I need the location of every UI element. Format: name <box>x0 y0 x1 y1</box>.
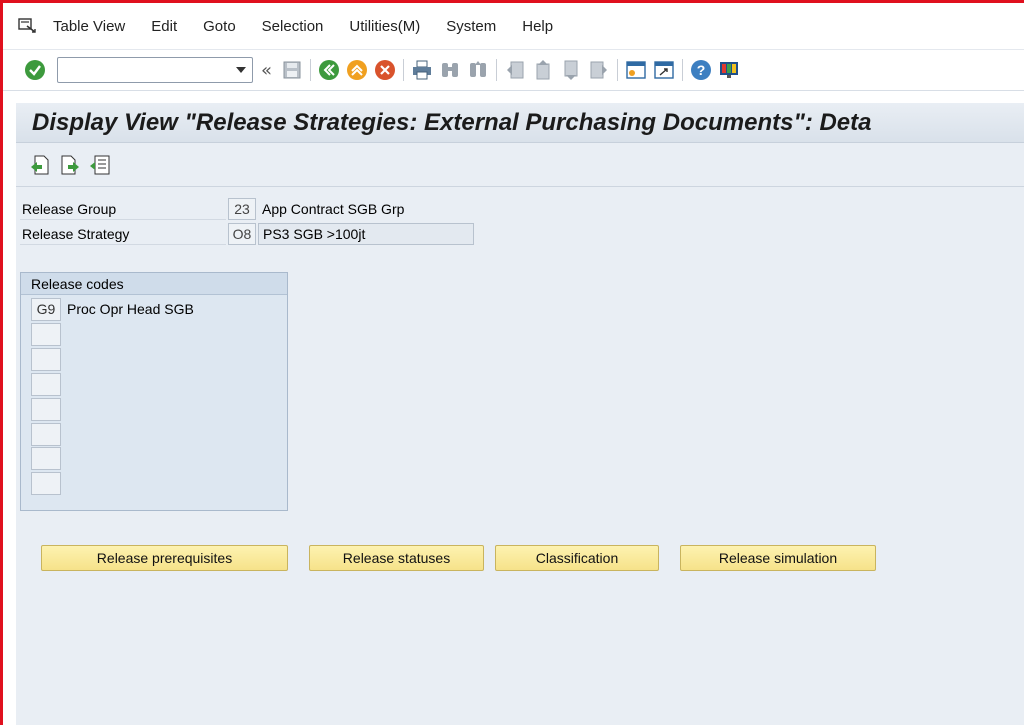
print-icon[interactable] <box>410 58 434 82</box>
release-code-cell[interactable] <box>31 471 61 495</box>
menu-goto[interactable]: Goto <box>203 18 236 35</box>
command-field[interactable] <box>57 57 253 83</box>
svg-text:?: ? <box>697 62 706 78</box>
title-bar: Display View "Release Strategies: Extern… <box>16 103 1024 143</box>
release-code-row <box>31 372 61 396</box>
release-code-row <box>31 347 61 371</box>
first-page-icon[interactable] <box>503 58 527 82</box>
release-code-row <box>31 322 61 346</box>
previous-entry-icon[interactable] <box>28 153 52 177</box>
menu-table-view[interactable]: Table View <box>53 18 125 35</box>
standard-toolbar: « ? <box>3 49 1024 91</box>
other-entry-icon[interactable] <box>88 153 112 177</box>
command-input[interactable] <box>58 58 228 82</box>
menu-utilities[interactable]: Utilities(M) <box>349 18 420 35</box>
release-simulation-button[interactable]: Release simulation <box>680 545 876 571</box>
release-codes-group: Release codes G9 Proc Opr Head SGB <box>20 272 288 511</box>
release-statuses-button[interactable]: Release statuses <box>309 545 484 571</box>
save-icon[interactable] <box>280 58 304 82</box>
menu-edit[interactable]: Edit <box>151 18 177 35</box>
help-icon[interactable]: ? <box>689 58 713 82</box>
customize-layout-icon[interactable] <box>717 58 741 82</box>
release-code-cell[interactable] <box>31 446 61 470</box>
page-title: Display View "Release Strategies: Extern… <box>32 109 872 136</box>
release-prerequisites-button[interactable]: Release prerequisites <box>41 545 288 571</box>
release-code-cell[interactable] <box>31 397 61 421</box>
toolbar-separator <box>617 59 619 81</box>
release-code-row: G9 Proc Opr Head SGB <box>31 297 194 321</box>
release-code-row <box>31 446 61 470</box>
chevron-down-icon[interactable] <box>236 67 246 73</box>
release-code-description: Proc Opr Head SGB <box>67 301 194 317</box>
release-code-cell[interactable]: G9 <box>31 297 61 321</box>
release-code-cell[interactable] <box>31 422 61 446</box>
release-code-row <box>31 471 61 495</box>
release-code-cell[interactable] <box>31 372 61 396</box>
toolbar-separator <box>682 59 684 81</box>
release-code-row <box>31 397 61 421</box>
release-code-cell[interactable] <box>31 322 61 346</box>
toolbar-separator <box>310 59 312 81</box>
find-next-icon[interactable] <box>466 58 490 82</box>
release-strategy-label: Release Strategy <box>20 223 226 245</box>
create-session-icon[interactable] <box>624 58 648 82</box>
release-strategy-field[interactable]: O8 <box>228 223 256 245</box>
menu-window-icon[interactable] <box>17 17 39 35</box>
main-content: Release Group 23 App Contract SGB Grp Re… <box>16 187 1024 725</box>
classification-button[interactable]: Classification <box>495 545 659 571</box>
release-strategy-description: PS3 SGB >100jt <box>258 223 474 245</box>
next-entry-icon[interactable] <box>58 153 82 177</box>
menu-system[interactable]: System <box>446 18 496 35</box>
toolbar-separator <box>496 59 498 81</box>
cancel-icon[interactable] <box>373 58 397 82</box>
last-page-icon[interactable] <box>587 58 611 82</box>
shortcut-icon[interactable] <box>652 58 676 82</box>
menu-help[interactable]: Help <box>522 18 553 35</box>
release-codes-heading: Release codes <box>21 273 287 295</box>
release-group-label: Release Group <box>20 198 226 220</box>
release-group-row: Release Group 23 App Contract SGB Grp <box>20 197 404 221</box>
collapse-command-icon[interactable]: « <box>261 60 272 81</box>
release-group-field[interactable]: 23 <box>228 198 256 220</box>
back-icon[interactable] <box>317 58 341 82</box>
previous-page-icon[interactable] <box>531 58 555 82</box>
find-icon[interactable] <box>438 58 462 82</box>
menu-selection[interactable]: Selection <box>262 18 324 35</box>
release-code-cell[interactable] <box>31 347 61 371</box>
toolbar-separator <box>403 59 405 81</box>
window-frame-left <box>0 0 3 725</box>
release-strategy-row: Release Strategy O8 PS3 SGB >100jt <box>20 222 474 246</box>
release-group-description: App Contract SGB Grp <box>262 201 405 217</box>
enter-check-icon[interactable] <box>23 58 47 82</box>
application-toolbar <box>16 143 1024 187</box>
menu-bar: Table View Edit Goto Selection Utilities… <box>3 3 1024 49</box>
exit-icon[interactable] <box>345 58 369 82</box>
release-code-row <box>31 422 61 446</box>
next-page-icon[interactable] <box>559 58 583 82</box>
